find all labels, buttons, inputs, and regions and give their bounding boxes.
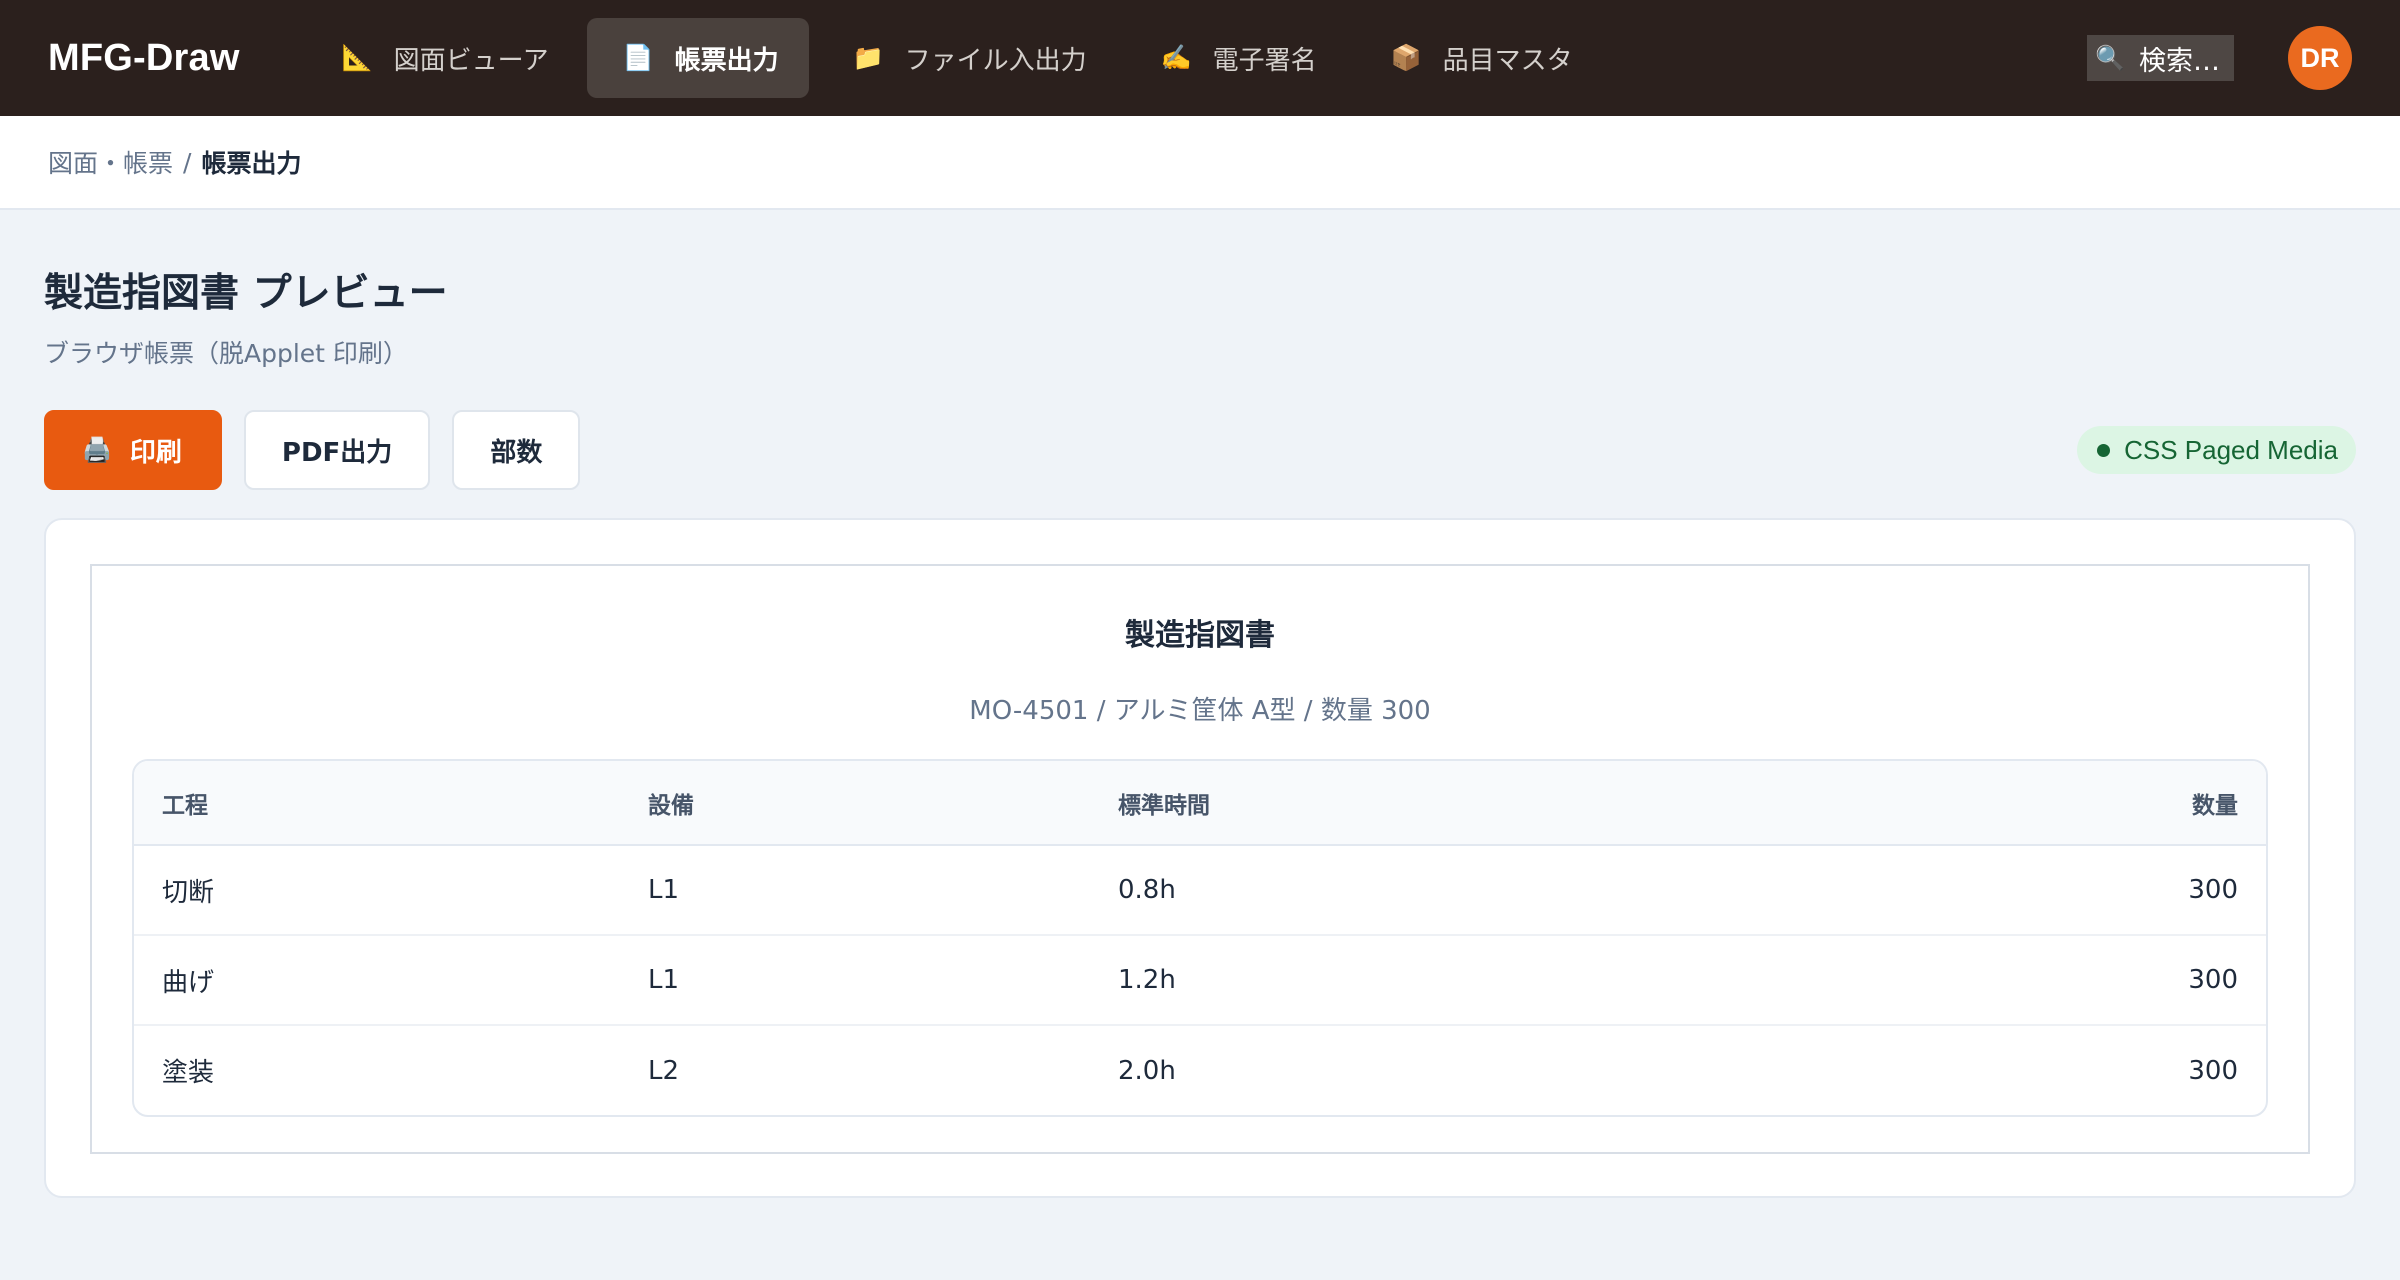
nav-item-drawing-viewer[interactable]: 📐 図面ビューア xyxy=(306,18,579,98)
writing-hand-icon: ✍️ xyxy=(1160,43,1192,72)
column-header-equipment: 設備 xyxy=(620,761,1090,846)
cell-process: 切断 xyxy=(134,845,620,936)
nav-item-e-signature[interactable]: ✍️ 電子署名 xyxy=(1125,18,1347,98)
table-row: 曲げ L1 1.2h 300 xyxy=(134,935,2266,1026)
table-row: 切断 L1 0.8h 300 xyxy=(134,845,2266,936)
cell-standard-time: 1.2h xyxy=(1090,935,1777,1026)
app-brand[interactable]: MFG-Draw xyxy=(48,37,240,80)
page-subtitle: ブラウザ帳票（脱Applet 印刷） xyxy=(44,339,408,368)
printer-icon: 🖨️ xyxy=(82,436,112,464)
cell-quantity: 300 xyxy=(1776,935,2266,1026)
search-input[interactable]: 🔍 検索… xyxy=(2087,35,2234,81)
status-badge: CSS Paged Media xyxy=(2077,426,2356,474)
nav-item-label: 品目マスタ xyxy=(1442,45,1573,76)
copies-button[interactable]: 部数 xyxy=(452,410,581,490)
cell-standard-time: 2.0h xyxy=(1118,1055,1176,1086)
table-header-row: 工程 設備 標準時間 数量 xyxy=(134,761,2266,846)
cell-process: 塗装 xyxy=(162,1058,215,1088)
main-content: 製造指図書 プレビュー ブラウザ帳票（脱Applet 印刷） 🖨️ 印刷 PDF… xyxy=(0,262,2400,1198)
status-badge-label: CSS Paged Media xyxy=(2124,434,2338,465)
search-icon: 🔍 xyxy=(2095,44,2125,72)
cell-equipment: L1 xyxy=(620,845,1090,936)
cell-process: 曲げ xyxy=(134,935,620,1026)
nav-item-label: 帳票出力 xyxy=(674,45,779,76)
triangle-ruler-icon: 📐 xyxy=(341,43,373,72)
document-meta: MO-4501 / アルミ筐体 A型 / 数量 300 xyxy=(969,696,1431,726)
print-button[interactable]: 🖨️ 印刷 xyxy=(44,410,222,490)
nav-item-label: ファイル入出力 xyxy=(904,45,1087,76)
document-icon: 📄 xyxy=(622,43,654,72)
topbar-right: 🔍 検索… DR xyxy=(2087,0,2352,116)
table-row: 塗装 L2 2.0h 300 xyxy=(134,1025,2266,1115)
breadcrumb-separator: / xyxy=(183,147,192,177)
column-header-standard-time: 標準時間 xyxy=(1090,761,1777,846)
process-table: 工程 設備 標準時間 数量 切断 L1 0.8h 300 曲げ L1 1.2h … xyxy=(132,759,2268,1117)
column-header-quantity: 数量 xyxy=(1776,761,2266,846)
document-preview-card: 製造指図書 MO-4501 / アルミ筐体 A型 / 数量 300 工程 設備 … xyxy=(44,518,2356,1198)
breadcrumb: 図面・帳票 / 帳票出力 xyxy=(0,116,2400,210)
action-toolbar: 🖨️ 印刷 PDF出力 部数 CSS Paged Media xyxy=(44,410,2356,490)
cell-equipment: L2 xyxy=(648,1055,680,1086)
top-navigation-bar: MFG-Draw 📐 図面ビューア 📄 帳票出力 📁 ファイル入出力 ✍️ 電子… xyxy=(0,0,2400,116)
nav-item-label: 図面ビューア xyxy=(393,45,549,76)
document-title: 製造指図書 xyxy=(1125,618,1275,653)
nav-item-file-io[interactable]: 📁 ファイル入出力 xyxy=(817,18,1117,98)
main-nav: 📐 図面ビューア 📄 帳票出力 📁 ファイル入出力 ✍️ 電子署名 📦 品目マス… xyxy=(306,18,1611,98)
search-placeholder: 検索… xyxy=(2139,45,2220,77)
page-title: 製造指図書 プレビュー xyxy=(44,271,448,316)
document-paper: 製造指図書 MO-4501 / アルミ筐体 A型 / 数量 300 工程 設備 … xyxy=(90,564,2310,1154)
column-header-process: 工程 xyxy=(134,761,620,846)
nav-item-item-master[interactable]: 📦 品目マスタ xyxy=(1355,18,1603,98)
cell-quantity: 300 xyxy=(2188,1055,2238,1086)
nav-item-label: 電子署名 xyxy=(1212,45,1317,76)
folder-icon: 📁 xyxy=(852,43,884,72)
breadcrumb-current: 帳票出力 xyxy=(201,149,302,178)
package-icon: 📦 xyxy=(1390,43,1422,72)
print-button-label: 印刷 xyxy=(129,437,182,468)
status-dot-icon xyxy=(2097,443,2111,457)
user-avatar[interactable]: DR xyxy=(2288,26,2352,90)
cell-quantity: 300 xyxy=(1776,845,2266,936)
pdf-export-button[interactable]: PDF出力 xyxy=(243,410,431,490)
breadcrumb-parent-link[interactable]: 図面・帳票 xyxy=(48,144,173,180)
cell-standard-time: 0.8h xyxy=(1090,845,1777,936)
nav-item-report-output[interactable]: 📄 帳票出力 xyxy=(586,18,809,98)
cell-equipment: L1 xyxy=(620,935,1090,1026)
